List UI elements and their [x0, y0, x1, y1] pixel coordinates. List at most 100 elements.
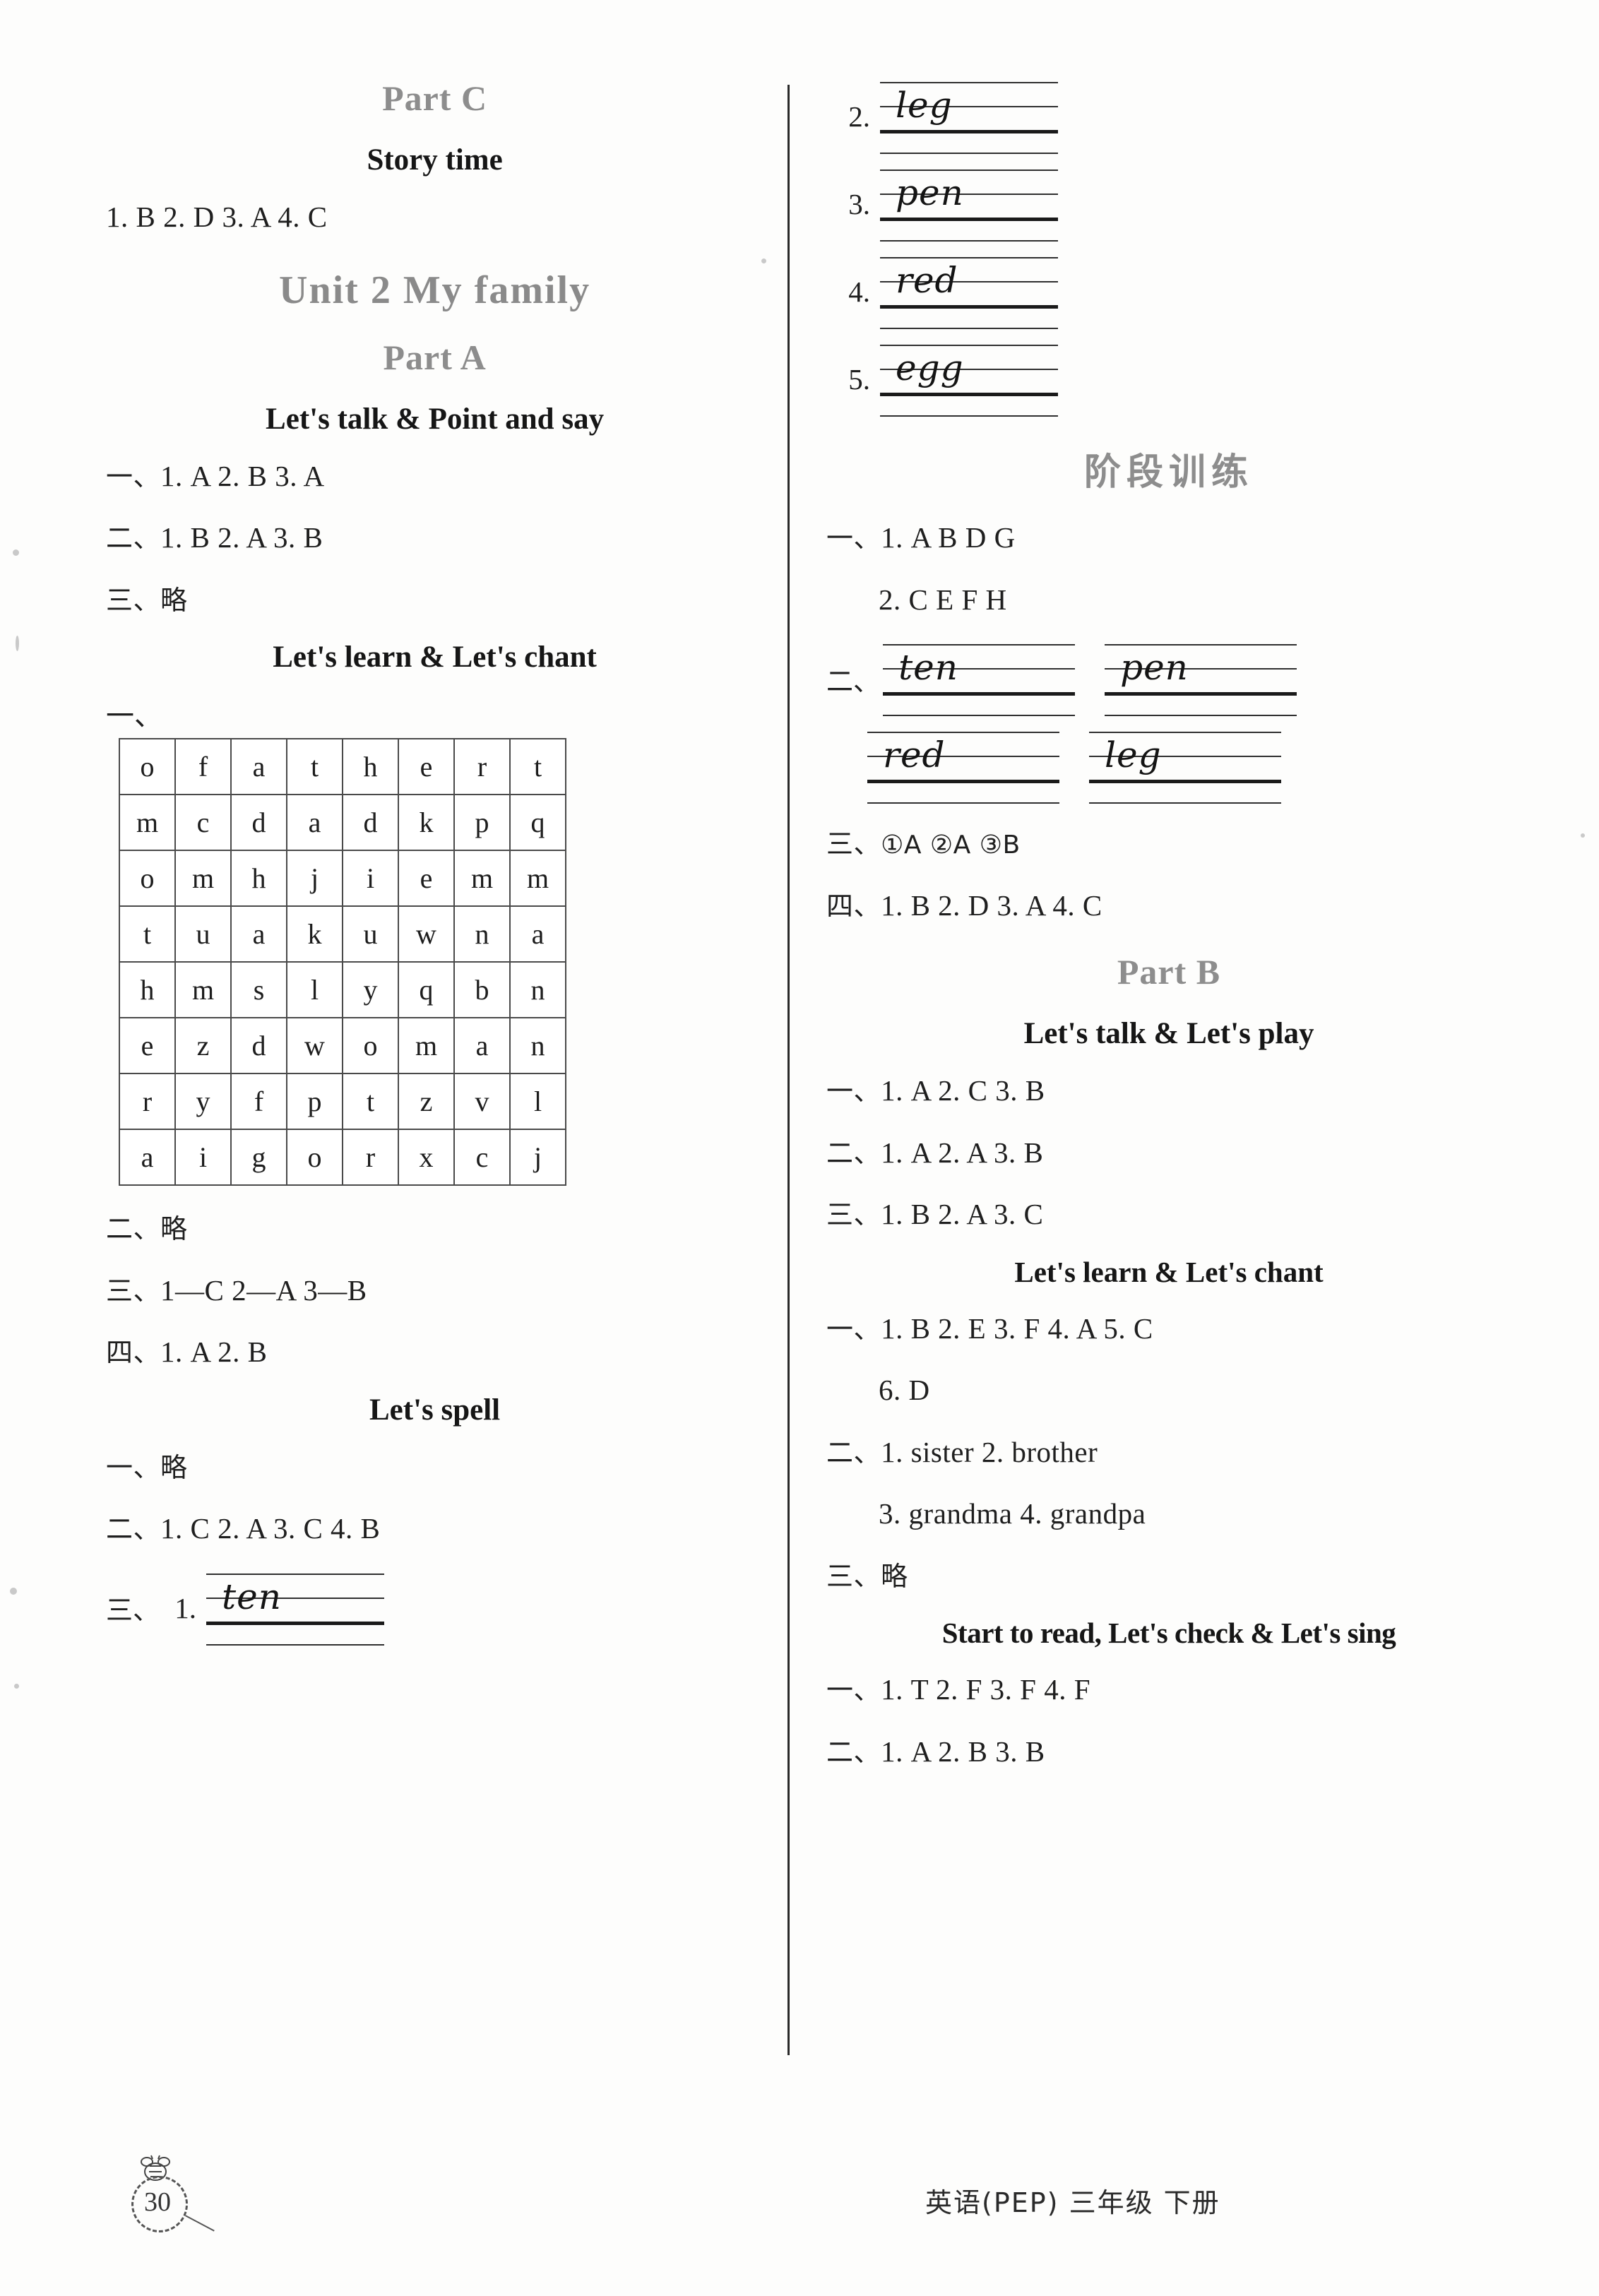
word-grid-cell: q: [509, 794, 566, 851]
word-grid-row: ryfptzvl: [119, 1073, 566, 1130]
answer-text: 1. T 2. F 3. F 4. F: [881, 1673, 1091, 1706]
answer-text: 略: [160, 1451, 188, 1483]
scan-speckle: [16, 636, 19, 651]
stave-line: [1105, 715, 1297, 716]
answer-row: 二、1. C 2. A 3. C 4. B: [106, 1507, 763, 1551]
word-grid-cell: d: [230, 1017, 287, 1074]
answer-marker: 二、: [106, 1513, 161, 1545]
word-grid-cell: t: [286, 738, 343, 795]
word-grid-cell: s: [230, 961, 287, 1018]
answer-row: 一、略: [106, 1446, 763, 1489]
stave-line: [880, 345, 1059, 346]
lets-spell-heading: Let's spell: [369, 1393, 501, 1427]
answer-row: 二、1. sister 2. brother: [826, 1431, 1511, 1475]
word-grid-cell: m: [509, 850, 566, 907]
stave-baseline: [880, 393, 1059, 396]
answer-marker: 四、: [106, 1337, 161, 1368]
answer-text: 1. B 2. A 3. B: [160, 521, 323, 554]
word-grid-cell: o: [119, 850, 176, 907]
handwriting-marker: 二、: [826, 665, 881, 697]
word-grid-row: omhjiemm: [119, 850, 566, 907]
word-grid-cell: c: [174, 794, 232, 851]
stave-line: [880, 415, 1059, 417]
word-grid-cell: z: [398, 1073, 455, 1130]
stave-baseline: [880, 305, 1059, 309]
answer-text: 略: [160, 1213, 188, 1244]
answer-row: 四、1. B 2. D 3. A 4. C: [826, 884, 1511, 928]
word-grid-cell: q: [398, 961, 455, 1018]
stave-line: [880, 257, 1059, 258]
answer-marker: 一、: [826, 1675, 881, 1706]
stave-baseline: [1105, 692, 1297, 696]
handwriting-number: 5.: [848, 363, 871, 395]
answer-marker: 三、: [826, 1560, 881, 1592]
word-grid-cell: m: [174, 961, 232, 1018]
word-grid-cell: u: [342, 905, 399, 963]
word-grid-row: tuakuwna: [119, 905, 566, 963]
stave-line: [206, 1573, 385, 1575]
answer-text: 1. C 2. A 3. C 4. B: [160, 1512, 381, 1545]
answer-marker: 三、: [826, 1199, 881, 1230]
word-grid-cell: k: [398, 794, 455, 851]
stave-line: [1089, 732, 1282, 733]
answer-text: 1. sister 2. brother: [881, 1435, 1098, 1468]
part-a-heading: Part A: [383, 337, 487, 377]
stave-pair: ten pen: [883, 640, 1297, 718]
stave-line: [880, 240, 1059, 242]
handwriting-number: 1.: [174, 1591, 197, 1624]
answer-marker: 一、: [826, 523, 881, 554]
answer-marker: 三、: [826, 828, 881, 859]
answer-text: 略: [160, 584, 188, 616]
word-grid-cell: r: [453, 738, 511, 795]
stave-line: [883, 644, 1076, 646]
stave-line: [206, 1643, 385, 1646]
word-grid-cell: n: [453, 905, 511, 963]
answer-text: 略: [881, 1560, 908, 1592]
four-line-stave: red: [880, 253, 1059, 331]
word-grid-cell: o: [286, 1129, 343, 1186]
right-column: 2. leg 3. pen 4. red 5. egg 阶段训练 一、1. A …: [790, 78, 1511, 2098]
word-grid-cell: b: [453, 961, 511, 1018]
answer-text: 1. B 2. A 3. C: [881, 1198, 1044, 1230]
word-grid-cell: r: [342, 1129, 399, 1186]
page-footer: 30 英语(PEP) 三年级 下册: [0, 2143, 1599, 2232]
answer-text: 1—C 2—A 3—B: [160, 1273, 367, 1307]
four-line-stave: ten: [883, 640, 1076, 718]
answer-key-page: Part C Story time 1. B 2. D 3. A 4. C Un…: [0, 0, 1599, 2296]
word-grid-cell: n: [509, 961, 566, 1018]
answer-row: 一、1. A B D G: [826, 516, 1511, 560]
stave-line: [883, 715, 1076, 716]
word-grid-cell: f: [230, 1073, 287, 1130]
four-line-stave: red: [867, 727, 1060, 805]
stave-baseline: [880, 130, 1059, 133]
handwriting-number: 4.: [848, 275, 871, 308]
word-grid-cell: a: [509, 905, 566, 963]
stave-line: [1105, 644, 1297, 646]
handwriting-row: 5. egg: [826, 340, 1511, 418]
handwriting-row: 三、 1. ten: [106, 1569, 763, 1647]
story-time-heading: Story time: [367, 143, 503, 177]
answer-text: 1. A 2. B: [160, 1336, 268, 1368]
four-line-stave: leg: [1089, 727, 1282, 805]
word-grid-cell: c: [453, 1129, 511, 1186]
answer-marker: 二、: [106, 1213, 161, 1244]
word-grid-cell: f: [174, 738, 232, 795]
stave-line: [880, 169, 1059, 171]
answer-text: 1. A 2. C 3. B: [881, 1074, 1045, 1107]
word-grid-cell: y: [174, 1073, 232, 1130]
answer-text: 6. D: [879, 1374, 930, 1406]
answer-row: 三、①A ②A ③B: [826, 822, 1511, 866]
stave-baseline: [867, 780, 1060, 783]
scan-speckle: [13, 549, 19, 556]
left-column: Part C Story time 1. B 2. D 3. A 4. C Un…: [106, 78, 787, 2098]
scan-speckle: [1581, 833, 1585, 838]
word-grid-cell: e: [119, 1017, 176, 1074]
handwriting-row: red leg: [867, 727, 1511, 805]
word-grid-cell: m: [174, 850, 232, 907]
answer-row: 2. C E F H: [826, 578, 1511, 622]
word-grid-cell: d: [342, 794, 399, 851]
word-search-grid: ofathertmcdadkpqomhjiemmtuakuwnahmslyqbn…: [119, 738, 566, 1186]
stave-line: [880, 82, 1059, 83]
word-grid-cell: g: [230, 1129, 287, 1186]
word-grid-cell: h: [342, 738, 399, 795]
